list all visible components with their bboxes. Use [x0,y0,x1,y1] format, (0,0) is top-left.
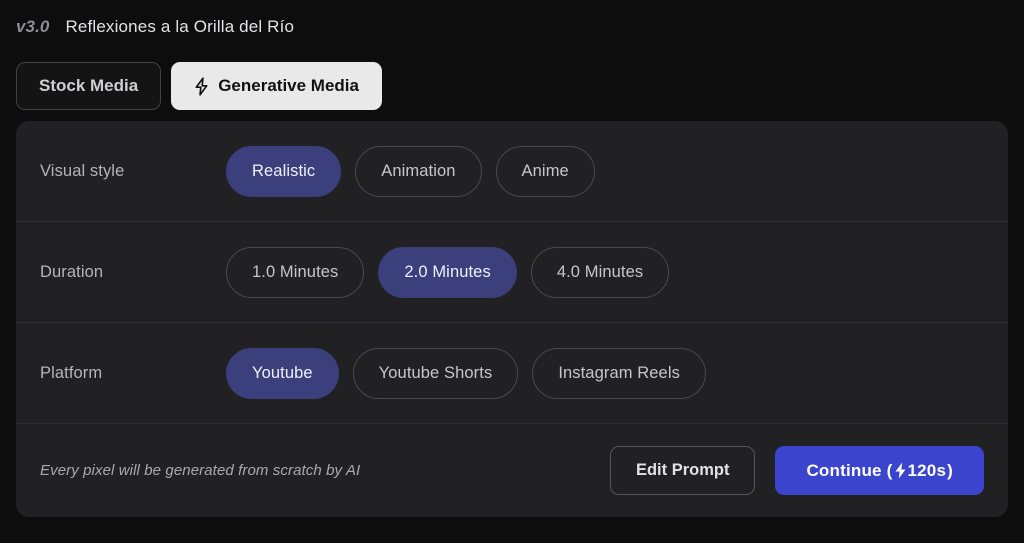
duration-option-2-minutes[interactable]: 2.0 Minutes [378,246,517,298]
duration-option-1-minute[interactable]: 1.0 Minutes [226,246,365,298]
continue-button[interactable]: Continue ( 120s ) [775,446,984,495]
continue-suffix-label: ) [947,460,953,480]
edit-prompt-label: Edit Prompt [635,461,730,479]
platform-option-instagram-reels[interactable]: Instagram Reels [532,347,706,399]
visual-style-option-realistic[interactable]: Realistic [226,145,342,197]
platform-choices: Youtube Youtube Shorts Instagram Reels [226,347,706,399]
footer-note: Every pixel will be generated from scrat… [40,462,361,479]
option-row-visual-style: Visual style Realistic Animation Anime [16,121,1008,222]
platform-option-youtube[interactable]: Youtube [226,347,339,399]
option-label-duration: Duration [40,262,104,281]
edit-prompt-button[interactable]: Edit Prompt [609,446,756,495]
visual-style-choices: Realistic Animation Anime [226,145,595,197]
footer-actions: Edit Prompt Continue ( 120s ) [609,446,984,495]
page-title: Reflexiones a la Orilla del Río [65,17,295,36]
duration-option-4-minutes[interactable]: 4.0 Minutes [530,246,670,298]
tab-stock-media-label: Stock Media [39,76,139,95]
lightning-bolt-icon [194,76,209,96]
visual-style-option-anime[interactable]: Anime [495,145,595,197]
duration-choices: 1.0 Minutes 2.0 Minutes 4.0 Minutes [226,246,670,298]
card-footer: Every pixel will be generated from scrat… [16,424,1008,517]
visual-style-option-animation[interactable]: Animation [355,145,482,197]
continue-button-content: Continue ( 120s ) [806,461,953,481]
tab-generative-media-label: Generative Media [218,76,359,95]
platform-option-youtube-shorts[interactable]: Youtube Shorts [352,347,519,399]
option-label-platform: Platform [40,363,103,382]
version-label: v3.0 [16,17,50,36]
option-row-duration: Duration 1.0 Minutes 2.0 Minutes 4.0 Min… [16,222,1008,323]
continue-cost-label: 120s [907,460,947,480]
tab-stock-media[interactable]: Stock Media [16,62,162,110]
tab-generative-media[interactable]: Generative Media [171,62,382,110]
continue-prefix-label: Continue ( [806,460,893,480]
option-label-visual-style: Visual style [40,161,125,180]
media-mode-tabs: Stock Media Generative Media [0,62,1024,110]
generation-settings-card: Visual style Realistic Animation Anime D… [16,121,1008,517]
lightning-bolt-icon [894,462,907,479]
option-row-platform: Platform Youtube Youtube Shorts Instagra… [16,323,1008,424]
page-header: v3.0 Reflexiones a la Orilla del Río [0,0,1024,48]
